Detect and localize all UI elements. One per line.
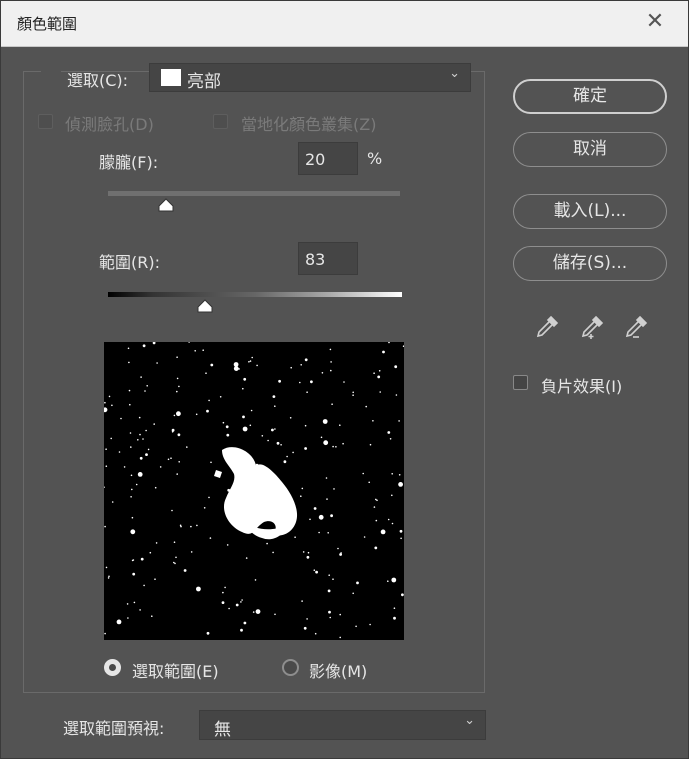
chevron-down-icon: ⌄ bbox=[464, 713, 475, 728]
localized-clusters-label: 當地化顏色叢集(Z) bbox=[241, 115, 377, 134]
chevron-down-icon: ⌄ bbox=[449, 66, 460, 81]
range-input[interactable]: 83 bbox=[298, 242, 358, 275]
localized-clusters-checkbox[interactable] bbox=[213, 114, 228, 129]
selection-preview-value: 無 bbox=[214, 720, 231, 740]
eyedropper-minus-icon[interactable] bbox=[623, 314, 649, 340]
cancel-button[interactable]: 取消 bbox=[513, 132, 667, 167]
title-bar: 顏色範圍 ✕ bbox=[1, 1, 688, 47]
preview-mask-graphic bbox=[102, 341, 405, 640]
select-dropdown[interactable]: 亮部 ⌄ bbox=[149, 63, 471, 92]
selection-preview-image[interactable] bbox=[102, 341, 405, 640]
ok-button[interactable]: 確定 bbox=[513, 79, 667, 114]
load-button[interactable]: 載入(L)... bbox=[513, 194, 667, 229]
select-label: 選取(C): bbox=[67, 71, 129, 90]
save-button[interactable]: 儲存(S)... bbox=[513, 246, 667, 281]
fuzziness-slider-track[interactable] bbox=[108, 191, 400, 196]
range-value: 83 bbox=[305, 250, 326, 269]
fuzziness-value: 20 bbox=[305, 150, 326, 169]
color-swatch bbox=[161, 69, 181, 86]
fuzziness-input[interactable]: 20 bbox=[298, 142, 358, 175]
selection-radio[interactable] bbox=[104, 659, 121, 676]
color-range-dialog: 顏色範圍 ✕ 選取(C): 亮部 ⌄ 偵測臉孔(D) 當地化顏色叢集(Z) 朦朧… bbox=[0, 0, 689, 759]
invert-label: 負片效果(I) bbox=[541, 377, 623, 396]
fuzziness-slider-thumb[interactable] bbox=[158, 198, 174, 212]
image-radio[interactable] bbox=[282, 659, 299, 676]
detect-faces-checkbox[interactable] bbox=[38, 114, 53, 129]
select-value: 亮部 bbox=[187, 72, 221, 92]
range-slider-thumb[interactable] bbox=[197, 299, 213, 313]
detect-faces-label: 偵測臉孔(D) bbox=[65, 115, 154, 134]
fuzziness-label: 朦朧(F): bbox=[99, 153, 159, 172]
range-label: 範圍(R): bbox=[99, 253, 160, 272]
range-slider-track[interactable] bbox=[108, 292, 402, 297]
close-icon[interactable]: ✕ bbox=[644, 11, 666, 33]
selection-preview-label: 選取範圍預視: bbox=[63, 719, 165, 738]
selection-preview-dropdown[interactable]: 無 ⌄ bbox=[199, 710, 486, 740]
window-title: 顏色範圍 bbox=[17, 15, 78, 33]
invert-checkbox[interactable] bbox=[513, 375, 528, 390]
eyedropper-plus-icon[interactable] bbox=[579, 314, 605, 340]
selection-radio-label: 選取範圍(E) bbox=[132, 662, 219, 681]
fuzziness-unit: % bbox=[367, 149, 383, 168]
eyedropper-icon[interactable] bbox=[534, 314, 560, 340]
image-radio-label: 影像(M) bbox=[309, 662, 368, 681]
